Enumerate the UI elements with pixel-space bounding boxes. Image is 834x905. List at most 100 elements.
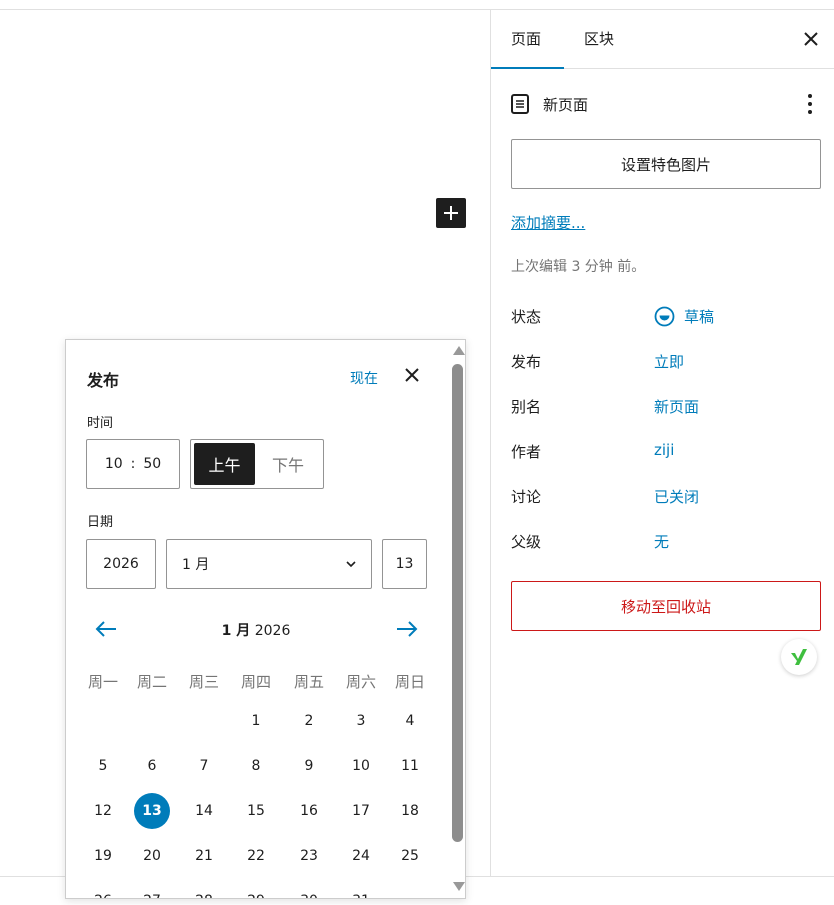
- slug-value[interactable]: 新页面: [654, 396, 699, 417]
- calendar-day[interactable]: 12: [85, 793, 121, 829]
- calendar-day[interactable]: 28: [186, 883, 222, 898]
- status-value-text: 草稿: [684, 308, 715, 326]
- add-excerpt-link[interactable]: 添加摘要...: [511, 212, 585, 233]
- calendar-day[interactable]: 17: [343, 793, 379, 829]
- calendar-day[interactable]: 11: [392, 748, 428, 784]
- popover-title: 发布: [87, 371, 120, 390]
- set-featured-image-button[interactable]: 设置特色图片: [511, 139, 821, 189]
- block-inserter-button[interactable]: [436, 198, 466, 228]
- move-to-trash-button[interactable]: 移动至回收站: [511, 581, 821, 631]
- meta-row-publish: 发布 立即: [511, 351, 821, 375]
- chevron-down-icon: [346, 561, 356, 568]
- am-button[interactable]: 上午: [194, 443, 255, 485]
- calendar-day[interactable]: 4: [392, 703, 428, 739]
- last-edited-text: 上次编辑 3 分钟 前。: [511, 259, 646, 275]
- meta-row-parent: 父级 无: [511, 531, 821, 555]
- calendar-day[interactable]: 14: [186, 793, 222, 829]
- editor-root: 页面 区块 新页面 设置特色图片 添加摘要... 上次编辑 3 分钟 前。 状态: [0, 0, 834, 905]
- weekday-label: 周一: [87, 673, 118, 691]
- calendar-day[interactable]: 25: [392, 838, 428, 874]
- page-icon: [511, 94, 529, 114]
- arrow-left-icon[interactable]: [94, 619, 118, 639]
- minute-input[interactable]: 50: [143, 456, 161, 472]
- calendar-day-selected[interactable]: 13: [134, 793, 170, 829]
- publish-date-popover: 发布 现在 时间 10 : 50 上午 下午 日期 2026 1 月 13 1 …: [65, 339, 466, 899]
- calendar-day[interactable]: 5: [85, 748, 121, 784]
- meta-row-status: 状态 草稿: [511, 306, 821, 330]
- calendar-day[interactable]: 27: [134, 883, 170, 898]
- author-value[interactable]: ziji: [654, 441, 674, 459]
- now-button[interactable]: 现在: [350, 368, 378, 388]
- calendar-day[interactable]: 15: [238, 793, 274, 829]
- calendar-day[interactable]: 1: [238, 703, 274, 739]
- meta-label: 发布: [511, 353, 542, 371]
- calendar-day[interactable]: 21: [186, 838, 222, 874]
- yoast-icon: [791, 649, 807, 665]
- scroll-down-arrow[interactable]: [453, 882, 465, 891]
- calendar-day[interactable]: 3: [343, 703, 379, 739]
- tab-page[interactable]: 页面: [491, 10, 564, 69]
- calendar-month: 1 月: [221, 623, 251, 639]
- meta-row-author: 作者 ziji: [511, 441, 821, 465]
- parent-value[interactable]: 无: [654, 531, 669, 552]
- weekday-label: 周四: [240, 673, 271, 691]
- document-title: 新页面: [543, 95, 589, 114]
- calendar-day[interactable]: 18: [392, 793, 428, 829]
- meta-row-slug: 别名 新页面: [511, 396, 821, 420]
- calendar-day[interactable]: 6: [134, 748, 170, 784]
- plus-icon: [444, 206, 458, 220]
- arrow-right-icon[interactable]: [395, 619, 419, 639]
- status-value[interactable]: 草稿: [654, 306, 714, 327]
- meta-label: 父级: [511, 533, 542, 551]
- calendar-year: 2026: [254, 623, 291, 639]
- year-input[interactable]: 2026: [86, 539, 156, 589]
- calendar-day[interactable]: 8: [238, 748, 274, 784]
- time-input[interactable]: 10 : 50: [86, 439, 180, 489]
- month-select-value: 1 月: [182, 557, 210, 573]
- calendar-day[interactable]: 7: [186, 748, 222, 784]
- calendar-day[interactable]: 20: [134, 838, 170, 874]
- close-icon[interactable]: [802, 30, 820, 48]
- weekday-label: 周五: [293, 673, 324, 691]
- calendar-heading: 1 月 2026: [186, 620, 326, 640]
- meta-label: 讨论: [511, 488, 542, 506]
- meta-label: 状态: [511, 308, 542, 326]
- meta-label: 别名: [511, 398, 542, 416]
- calendar-day[interactable]: 26: [85, 883, 121, 898]
- calendar-day[interactable]: 16: [291, 793, 327, 829]
- discussion-value[interactable]: 已关闭: [654, 486, 699, 507]
- weekday-label: 周日: [394, 673, 425, 691]
- month-select[interactable]: 1 月: [166, 539, 372, 589]
- calendar-day[interactable]: 23: [291, 838, 327, 874]
- time-label: 时间: [87, 416, 114, 431]
- date-label: 日期: [87, 515, 114, 530]
- tab-block[interactable]: 区块: [584, 10, 614, 69]
- calendar-day[interactable]: 30: [291, 883, 327, 898]
- am-pm-toggle: 上午 下午: [190, 439, 324, 489]
- settings-sidebar: 页面 区块 新页面 设置特色图片 添加摘要... 上次编辑 3 分钟 前。 状态: [490, 10, 834, 876]
- draft-status-icon: [654, 306, 675, 327]
- weekday-label: 周二: [136, 673, 167, 691]
- day-input[interactable]: 13: [382, 539, 427, 589]
- sidebar-tabs: 页面 区块: [491, 10, 834, 69]
- publish-value[interactable]: 立即: [654, 351, 684, 372]
- close-icon[interactable]: [404, 367, 420, 383]
- meta-row-discussion: 讨论 已关闭: [511, 486, 821, 510]
- scrollbar-thumb[interactable]: [452, 364, 463, 842]
- calendar-day[interactable]: 31: [343, 883, 379, 898]
- calendar-day[interactable]: 10: [343, 748, 379, 784]
- calendar-day[interactable]: 29: [238, 883, 274, 898]
- calendar-day[interactable]: 2: [291, 703, 327, 739]
- calendar-day[interactable]: 9: [291, 748, 327, 784]
- calendar-day[interactable]: 22: [238, 838, 274, 874]
- scroll-up-arrow[interactable]: [453, 346, 465, 355]
- time-separator: :: [130, 456, 136, 472]
- calendar-day[interactable]: 24: [343, 838, 379, 874]
- hour-input[interactable]: 10: [105, 456, 123, 472]
- calendar-day[interactable]: 19: [85, 838, 121, 874]
- pm-button[interactable]: 下午: [257, 443, 319, 485]
- document-row: 新页面: [511, 92, 818, 116]
- more-options-icon[interactable]: [802, 92, 818, 116]
- meta-label: 作者: [511, 443, 542, 461]
- yoast-seo-button[interactable]: [781, 639, 817, 675]
